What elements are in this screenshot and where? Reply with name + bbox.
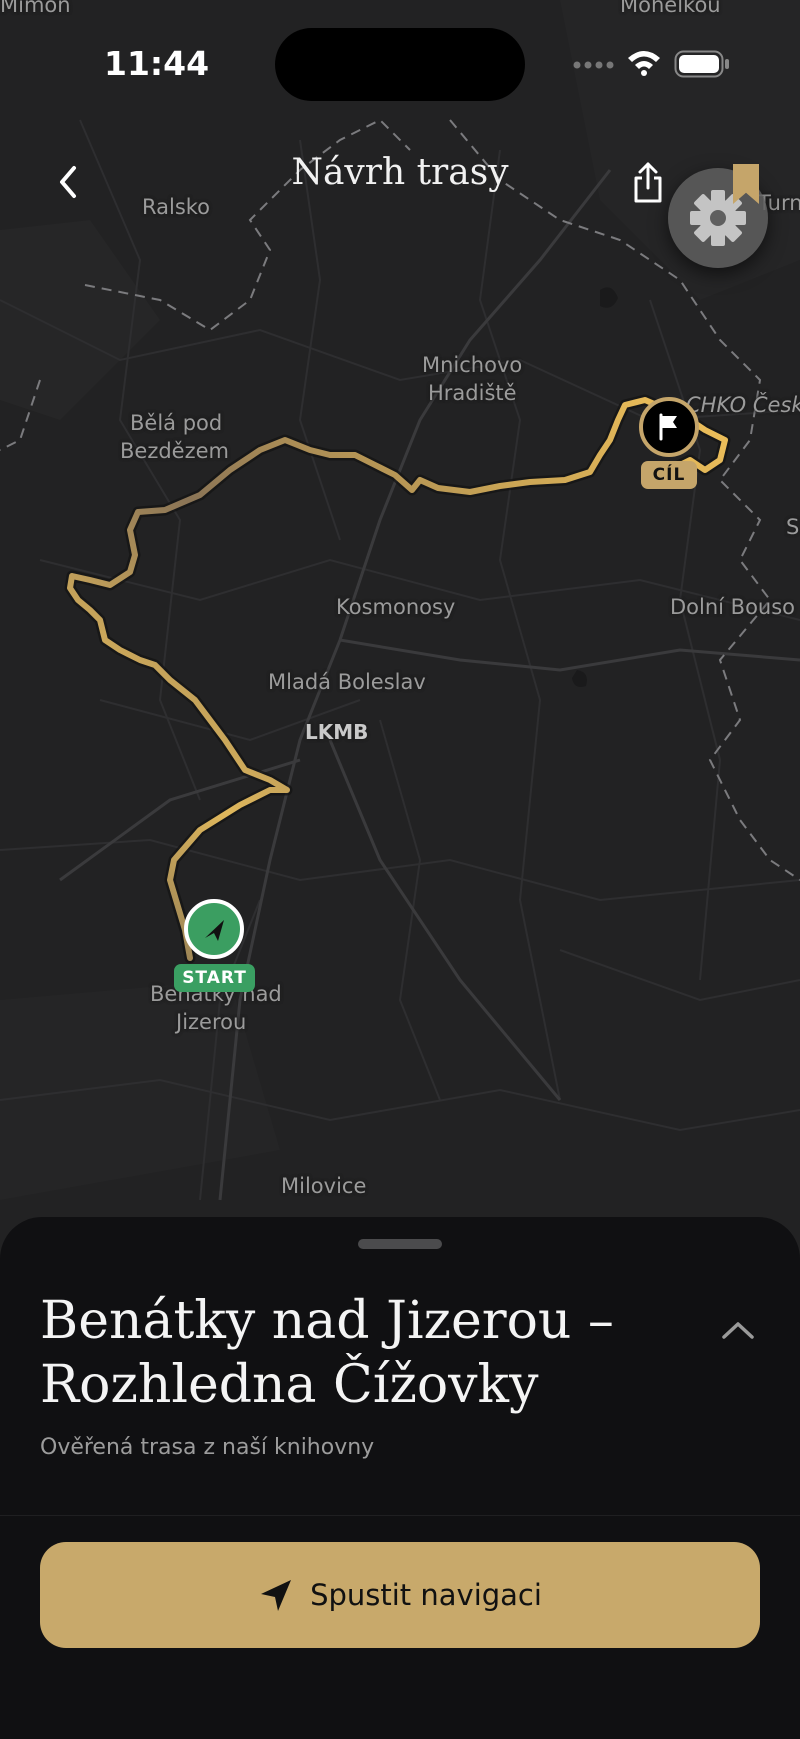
end-label: CÍL xyxy=(641,461,697,489)
status-bar: 11:44 xyxy=(0,0,800,130)
route-title: Benátky nad Jizerou – Rozhledna Čížovky xyxy=(40,1289,680,1417)
wifi-icon xyxy=(628,51,660,76)
place-label: CHKO Český xyxy=(686,393,800,417)
place-label: Mnichovo xyxy=(422,353,523,377)
expand-sheet-button[interactable] xyxy=(716,1315,760,1345)
share-icon xyxy=(634,162,662,203)
dynamic-island xyxy=(275,28,525,101)
place-label: Dolní Bouso xyxy=(670,595,796,619)
route-sheet: Benátky nad Jizerou – Rozhledna Čížovky … xyxy=(0,1217,800,1739)
place-label: S xyxy=(786,515,800,539)
sheet-handle[interactable] xyxy=(358,1239,442,1249)
place-label: Hradiště xyxy=(428,381,517,405)
place-label: Bělá pod xyxy=(130,411,223,435)
page-title: Návrh trasy xyxy=(291,152,509,193)
place-label: Kosmonosy xyxy=(336,595,456,619)
divider xyxy=(0,1515,800,1516)
place-label: Bezdězem xyxy=(120,439,229,463)
route-title-line: Rozhledna Čížovky xyxy=(40,1355,539,1415)
back-button[interactable] xyxy=(50,160,86,204)
start-label: START xyxy=(174,964,255,992)
flag-icon xyxy=(659,413,677,441)
place-label: Ralsko xyxy=(142,195,211,219)
place-label: Mladá Boleslav xyxy=(268,670,426,694)
share-button[interactable] xyxy=(628,160,668,206)
navigation-arrow-icon xyxy=(261,1580,292,1611)
navigation-arrow-icon xyxy=(205,920,224,941)
start-navigation-label: Spustit navigaci xyxy=(310,1578,542,1612)
status-time: 11:44 xyxy=(104,44,210,83)
start-marker[interactable] xyxy=(184,899,244,959)
route-title-line: Benátky nad Jizerou – xyxy=(40,1291,614,1351)
chevron-left-icon xyxy=(60,166,76,198)
airport-label: LKMB xyxy=(305,720,369,744)
app-screen: Mimoň Mohelkou Ralsko Turn Mnichovo Hrad… xyxy=(0,0,800,1739)
signal-icon xyxy=(573,61,614,69)
place-label: Milovice xyxy=(281,1174,367,1198)
battery-icon xyxy=(674,50,729,78)
chevron-up-icon xyxy=(722,1322,754,1339)
end-marker[interactable] xyxy=(639,397,699,457)
place-label: Jizerou xyxy=(176,1010,247,1034)
route-subtitle: Ověřená trasa z naší knihovny xyxy=(40,1435,375,1460)
start-navigation-button[interactable]: Spustit navigaci xyxy=(40,1542,760,1648)
